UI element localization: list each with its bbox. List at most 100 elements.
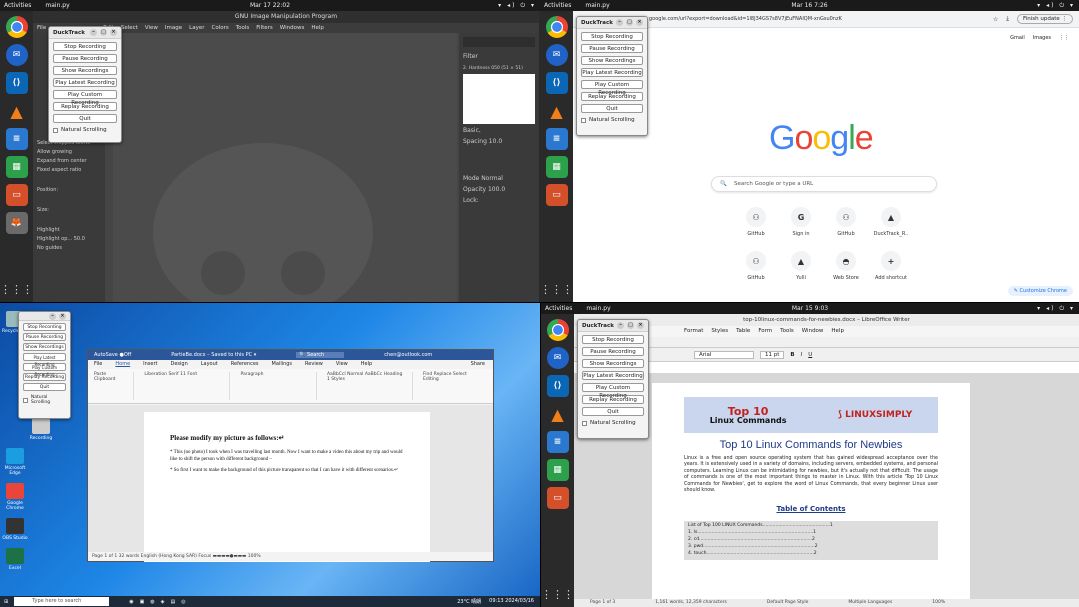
images-link[interactable]: Images (1033, 35, 1051, 41)
calc-icon[interactable]: ▦ (545, 156, 568, 178)
chrome-icon[interactable] (5, 16, 28, 38)
paragraph-group[interactable]: Paragraph (240, 372, 317, 400)
minimize-icon[interactable]: – (617, 322, 624, 329)
calc-icon[interactable]: ▦ (546, 459, 569, 481)
shortcut-tile[interactable]: ▲ DuckTrack_R.. (871, 207, 911, 237)
option[interactable]: Expand from center (37, 158, 101, 164)
checkbox-box[interactable] (581, 117, 586, 123)
vscode-icon[interactable]: ⟨⟩ (5, 72, 28, 94)
clock[interactable]: Mar 16 7:26 (791, 2, 827, 9)
play-custom-recording-button[interactable]: Play Custom Recording (53, 90, 117, 106)
tab-review[interactable]: Review (305, 360, 323, 369)
close-icon[interactable]: × (59, 312, 66, 320)
menu-file[interactable]: File (37, 23, 46, 33)
share-button[interactable]: Share (471, 360, 485, 369)
search-input[interactable]: 🔍 Search Google or type a URL (711, 176, 937, 192)
menu-view[interactable]: View (145, 23, 158, 33)
stop-recording-button[interactable]: Stop Recording (53, 42, 117, 51)
tab-layout[interactable]: Layout (201, 360, 218, 369)
show-recordings-button[interactable]: Show Recordings (23, 343, 66, 351)
address-bar[interactable]: google.com/url?export=download&id=1l8J34… (649, 14, 993, 25)
toc-entry[interactable]: 4. touch................................… (688, 551, 934, 558)
zoom-level[interactable]: 100% (932, 599, 945, 607)
play-latest-recording-button[interactable]: Play Latest Recording (581, 68, 643, 77)
image-canvas[interactable] (113, 33, 457, 302)
pause-recording-button[interactable]: Pause Recording (582, 347, 644, 356)
clock[interactable]: Mar 15 9:03 (792, 305, 828, 312)
shortcut-tile[interactable]: ◓ Web Store (826, 251, 866, 281)
tab-view[interactable]: View (336, 360, 348, 369)
writer-icon[interactable]: ≡ (5, 128, 28, 150)
system-tray[interactable]: ▾ ◂) ⏻ ▾ (1037, 2, 1075, 10)
italic-button[interactable]: I (801, 352, 803, 358)
pause-recording-button[interactable]: Pause Recording (581, 44, 643, 53)
tab-home[interactable]: Home (115, 360, 130, 369)
show-recordings-button[interactable]: Show Recordings (581, 56, 643, 65)
toc-entry[interactable]: 3. pwd..................................… (688, 544, 934, 551)
tab-references[interactable]: References (231, 360, 259, 369)
close-icon[interactable]: × (110, 29, 117, 36)
gmail-link[interactable]: Gmail (1010, 35, 1025, 41)
font-size-box[interactable]: 11 pt (760, 350, 785, 359)
clipboard-group[interactable]: Paste Clipboard (94, 372, 135, 400)
shortcut-tile[interactable]: + Add shortcut (871, 251, 911, 281)
stop-recording-button[interactable]: Stop Recording (582, 335, 644, 344)
play-latest-recording-button[interactable]: Play Latest Recording (582, 371, 644, 380)
option[interactable]: Fixed aspect ratio (37, 167, 101, 173)
app-grid-icon[interactable]: ⋮⋮⋮ (0, 283, 33, 296)
menu-styles[interactable]: Styles (711, 326, 728, 337)
tab-file[interactable]: File (94, 360, 102, 369)
desktop-icon[interactable]: Google Chrome (2, 483, 28, 511)
quit-button[interactable]: Quit (23, 383, 66, 391)
impress-icon[interactable]: ▭ (545, 184, 568, 206)
quit-button[interactable]: Quit (53, 114, 117, 123)
toc-entry[interactable]: List of Top 100 LINUX Commands..........… (688, 523, 934, 530)
activities-button[interactable]: Activities (545, 305, 572, 312)
app-menu[interactable]: main.py (586, 305, 610, 312)
menu-form[interactable]: Form (758, 326, 772, 337)
option[interactable]: Allow growing (37, 149, 101, 155)
customize-chrome-button[interactable]: ✎ Customize Chrome (1007, 286, 1073, 296)
menu-window[interactable]: Window (802, 326, 824, 337)
tab-mailings[interactable]: Mailings (272, 360, 293, 369)
autosave-toggle[interactable]: AutoSave ●Off (94, 352, 131, 358)
clock[interactable]: Mar 17 22:02 (250, 2, 290, 9)
gimp-icon[interactable]: 🦊 (5, 212, 28, 234)
quit-button[interactable]: Quit (581, 104, 643, 113)
activities-button[interactable]: Activities (4, 2, 31, 9)
maximize-icon[interactable]: □ (100, 29, 107, 36)
checkbox-box[interactable] (23, 397, 28, 403)
play-custom-recording-button[interactable]: Play Custom Recording (581, 80, 643, 96)
replay-recording-button[interactable]: Replay Recording (53, 102, 117, 111)
writer-icon[interactable]: ≡ (545, 128, 568, 150)
account[interactable]: chen@outlook.com (384, 352, 432, 358)
app-grid-icon[interactable]: ⋮⋮⋮ (541, 588, 574, 601)
document-page[interactable]: Top 10 Linux Commands ⟆ LINUXSIMPLY Top 1… (652, 383, 970, 599)
search-input[interactable]: 🔍 Search (296, 352, 345, 358)
star-icon[interactable]: ☆ (993, 16, 998, 23)
show-recordings-button[interactable]: Show Recordings (582, 359, 644, 368)
opacity[interactable]: Opacity 100.0 (463, 186, 535, 193)
chrome-icon[interactable] (545, 16, 568, 38)
stop-recording-button[interactable]: Stop Recording (23, 323, 66, 331)
option[interactable]: Highlight op... 50.0 (37, 236, 101, 242)
menu-help[interactable]: Help (311, 23, 324, 33)
replay-recording-button[interactable]: Replay Recording (581, 92, 643, 101)
taskbar-apps[interactable]: ◉▣◍◈▤◎ (129, 599, 191, 605)
thunderbird-icon[interactable]: ✉ (545, 44, 568, 66)
desktop-icon[interactable]: OBS Studio (2, 518, 28, 541)
tab-insert[interactable]: Insert (143, 360, 157, 369)
activities-button[interactable]: Activities (544, 2, 571, 9)
app-menu[interactable]: main.py (45, 2, 69, 9)
document-page[interactable]: Please modify my picture as follows:↵ * … (144, 412, 430, 562)
panel-tabs[interactable] (463, 37, 535, 47)
natural-scrolling-checkbox[interactable]: Natural Scrolling (582, 420, 644, 426)
vlc-icon[interactable]: ▲ (547, 403, 569, 425)
natural-scrolling-checkbox[interactable]: Natural Scrolling (23, 395, 66, 405)
start-icon[interactable]: ⊞ (4, 599, 8, 605)
desktop-icon[interactable]: Recording (28, 418, 54, 441)
menu-format[interactable]: Format (684, 326, 703, 337)
shortcut-tile[interactable]: ▲ Yulli (781, 251, 821, 281)
weather[interactable]: 23°C 晴朗 (457, 598, 481, 605)
mode[interactable]: Mode Normal (463, 175, 535, 182)
